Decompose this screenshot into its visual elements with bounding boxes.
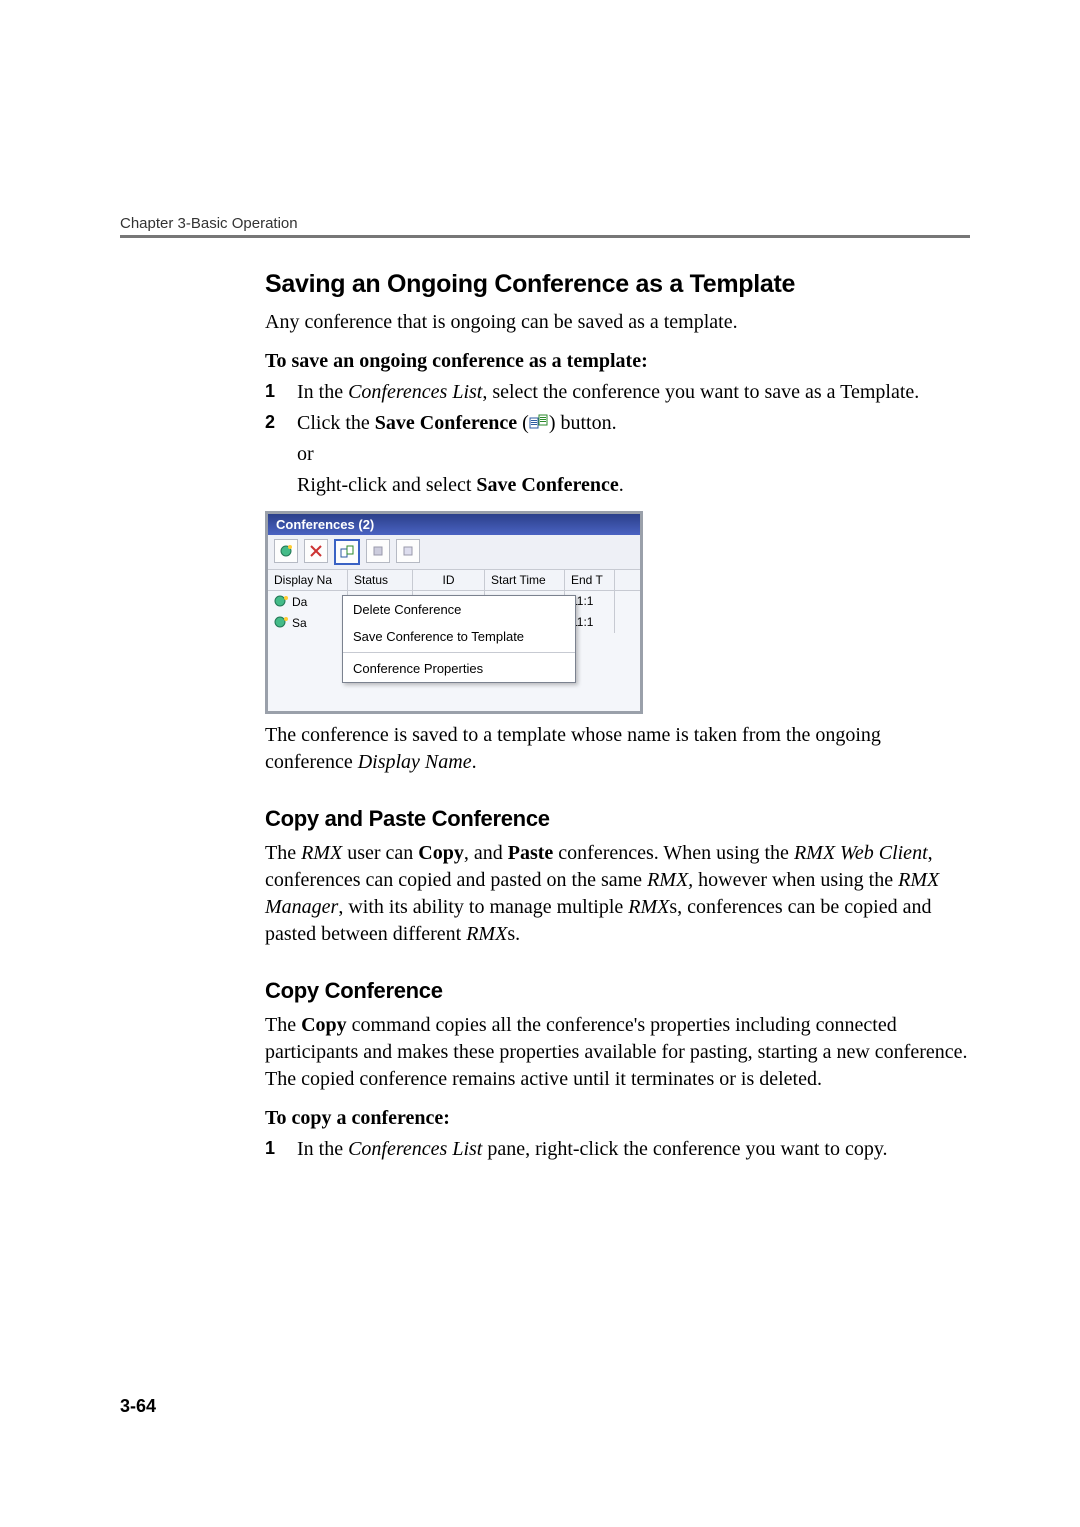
text: The — [265, 1014, 301, 1036]
toolbar-icon-4[interactable] — [366, 539, 390, 563]
text-italic: RMX — [466, 923, 507, 945]
text-bold: Copy — [301, 1014, 347, 1036]
page-number: 3-64 — [120, 1396, 156, 1417]
running-header: Chapter 3-Basic Operation — [120, 215, 298, 232]
text-bold: Paste — [508, 842, 554, 864]
instruction-copy-conference: To copy a conference: — [265, 1107, 970, 1130]
text: The — [265, 842, 301, 864]
step-2-click-save: Click the Save Conference ( ) button. or — [265, 410, 970, 499]
new-conference-icon[interactable] — [274, 539, 298, 563]
conference-icon — [274, 594, 290, 608]
save-conference-icon — [529, 412, 549, 430]
instruction-save-template: To save an ongoing conference as a templ… — [265, 350, 970, 373]
text-italic: RMX Web Client — [794, 842, 928, 864]
text: ) button. — [549, 412, 617, 434]
text: pane, right-click the conference you wan… — [482, 1138, 887, 1160]
heading-copy-conference: Copy Conference — [265, 978, 970, 1004]
text: , select the conference you want to save… — [482, 381, 919, 403]
menu-delete-conference[interactable]: Delete Conference — [343, 596, 575, 623]
text-bold: Save Conference — [476, 474, 618, 496]
col-display-name[interactable]: Display Na — [268, 570, 348, 590]
text: In the — [297, 381, 348, 403]
toolbar-icon-5[interactable] — [396, 539, 420, 563]
context-menu: Delete Conference Save Conference to Tem… — [342, 595, 576, 683]
table-header: Display Na Status ID Start Time End T — [268, 570, 640, 591]
menu-separator — [343, 652, 575, 653]
after-screenshot-text: The conference is saved to a template wh… — [265, 722, 970, 776]
col-start-time[interactable]: Start Time — [485, 570, 565, 590]
col-status[interactable]: Status — [348, 570, 413, 590]
text: ( — [517, 412, 529, 434]
text-italic: RMX — [301, 842, 342, 864]
panel-toolbar — [268, 535, 640, 570]
text-italic: Display Name — [358, 751, 472, 773]
conference-icon — [274, 615, 290, 629]
text: conferences. When using the — [553, 842, 794, 864]
delete-icon[interactable] — [304, 539, 328, 563]
screenshot-conferences-panel: Conferences (2) Display Na — [265, 511, 643, 714]
step-1-select-conference: In the Conferences List, select the conf… — [265, 379, 970, 406]
text-italic: RMX — [628, 896, 669, 918]
copy-paste-paragraph: The RMX user can Copy, and Paste confere… — [265, 840, 970, 948]
text: . — [619, 474, 624, 496]
heading-copy-paste: Copy and Paste Conference — [265, 806, 970, 832]
or-text: or — [297, 441, 970, 468]
text-italic: Conferences List — [348, 381, 482, 403]
text: , with its ability to manage multiple — [338, 896, 628, 918]
text: user can — [342, 842, 418, 864]
intro-paragraph: Any conference that is ongoing can be sa… — [265, 309, 970, 336]
text: , and — [464, 842, 508, 864]
col-id[interactable]: ID — [413, 570, 485, 590]
step-1-copy: In the Conferences List pane, right-clic… — [265, 1136, 970, 1163]
header-rule — [120, 235, 970, 238]
step-2-alt: Right-click and select Save Conference. — [297, 472, 970, 499]
text-italic: RMX, — [647, 869, 693, 891]
text: command copies all the conference's prop… — [265, 1014, 968, 1090]
text: In the — [297, 1138, 348, 1160]
menu-conference-properties[interactable]: Conference Properties — [343, 655, 575, 682]
text-bold: Copy — [418, 842, 464, 864]
save-template-icon[interactable] — [334, 539, 360, 565]
cell-name: Sa — [292, 616, 307, 630]
text: . — [472, 751, 477, 773]
text-italic: Conferences List — [348, 1138, 482, 1160]
menu-save-conference-template[interactable]: Save Conference to Template — [343, 623, 575, 650]
text: Click the — [297, 412, 375, 434]
text: however when using the — [693, 869, 898, 891]
text: s. — [507, 923, 520, 945]
col-end-time[interactable]: End T — [565, 570, 615, 590]
text-bold: Save Conference — [375, 412, 517, 434]
cell-name: Da — [292, 595, 307, 609]
copy-conference-paragraph: The Copy command copies all the conferen… — [265, 1012, 970, 1093]
panel-title: Conferences (2) — [268, 514, 640, 535]
heading-saving-template: Saving an Ongoing Conference as a Templa… — [265, 270, 970, 299]
text: Right-click and select — [297, 474, 476, 496]
